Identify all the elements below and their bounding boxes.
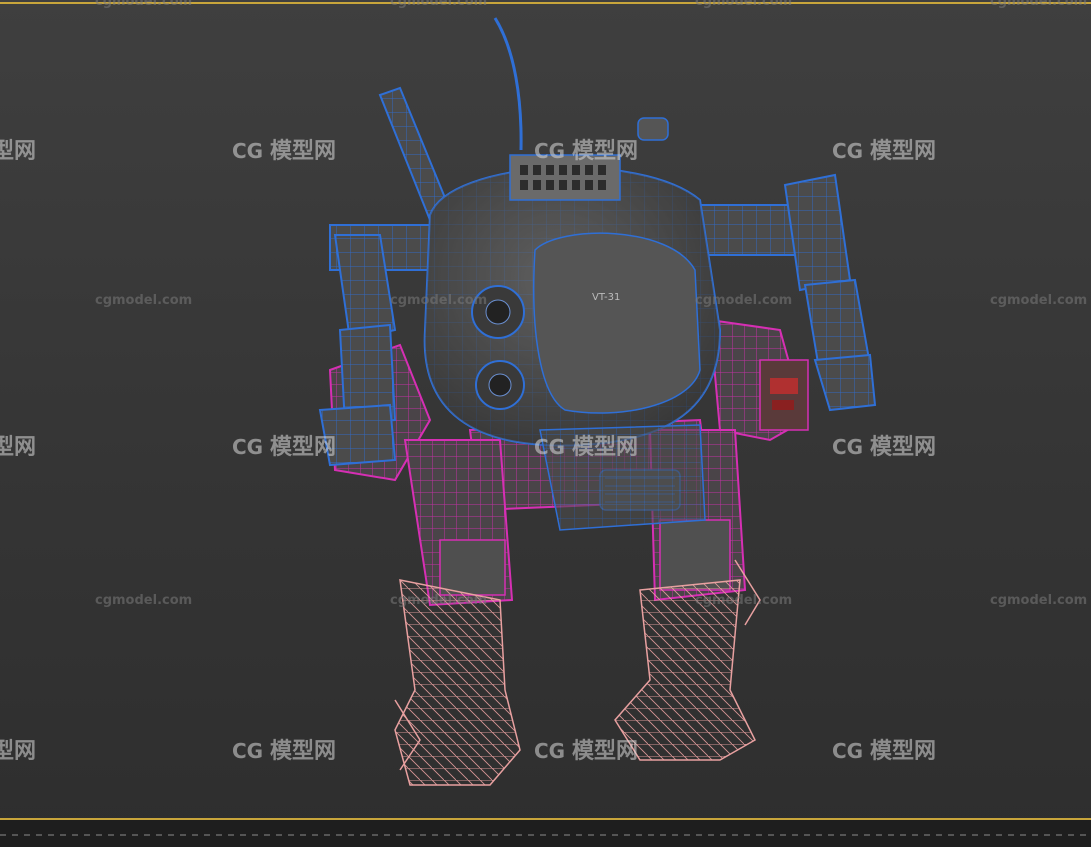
svg-text:CG: CG bbox=[534, 435, 565, 459]
scene-canvas[interactable]: VT-31 cgmodel.com cgmodel.com cgmodel.co… bbox=[0, 0, 1091, 847]
svg-text:CG: CG bbox=[232, 139, 263, 163]
svg-text:模型网: 模型网 bbox=[572, 435, 638, 460]
svg-text:模型网: 模型网 bbox=[270, 139, 336, 164]
svg-text:模型网: 模型网 bbox=[870, 435, 936, 460]
svg-text:模型网: 模型网 bbox=[270, 435, 336, 460]
svg-text:CG: CG bbox=[534, 139, 565, 163]
svg-text:模型网: 模型网 bbox=[270, 739, 336, 764]
timeline-strip[interactable] bbox=[0, 820, 1091, 847]
svg-text:cgmodel.com: cgmodel.com bbox=[990, 593, 1087, 608]
svg-text:CG: CG bbox=[832, 435, 863, 459]
side-pod bbox=[759, 359, 809, 431]
svg-text:CG: CG bbox=[232, 435, 263, 459]
svg-text:cgmodel.com: cgmodel.com bbox=[990, 0, 1087, 9]
svg-text:模型网: 模型网 bbox=[572, 139, 638, 164]
svg-text:cgmodel.com: cgmodel.com bbox=[95, 593, 192, 608]
svg-text:模型网: 模型网 bbox=[0, 435, 36, 460]
svg-text:cgmodel.com: cgmodel.com bbox=[695, 0, 792, 9]
svg-text:cgmodel.com: cgmodel.com bbox=[695, 293, 792, 308]
chest-label: VT-31 bbox=[592, 292, 620, 303]
svg-text:CG: CG bbox=[534, 739, 565, 763]
left-leg-upper bbox=[403, 439, 514, 607]
svg-text:cgmodel.com: cgmodel.com bbox=[390, 293, 487, 308]
svg-text:模型网: 模型网 bbox=[0, 739, 36, 764]
svg-text:cgmodel.com: cgmodel.com bbox=[95, 0, 192, 9]
svg-text:cgmodel.com: cgmodel.com bbox=[390, 0, 487, 9]
antenna bbox=[493, 17, 523, 151]
left-leg-lower-wire bbox=[394, 579, 521, 786]
svg-text:cgmodel.com: cgmodel.com bbox=[990, 293, 1087, 308]
svg-text:模型网: 模型网 bbox=[572, 739, 638, 764]
3d-viewport[interactable]: VT-31 cgmodel.com cgmodel.com cgmodel.co… bbox=[0, 0, 1091, 847]
svg-text:CG: CG bbox=[232, 739, 263, 763]
svg-text:模型网: 模型网 bbox=[0, 139, 36, 164]
svg-text:cgmodel.com: cgmodel.com bbox=[390, 593, 487, 608]
svg-text:cgmodel.com: cgmodel.com bbox=[695, 593, 792, 608]
svg-text:CG: CG bbox=[832, 739, 863, 763]
right-leg-lower-wire bbox=[614, 559, 761, 761]
svg-text:模型网: 模型网 bbox=[870, 139, 936, 164]
svg-text:CG: CG bbox=[832, 139, 863, 163]
svg-text:模型网: 模型网 bbox=[870, 739, 936, 764]
timeline-ticks bbox=[0, 834, 1091, 836]
top-knob bbox=[637, 117, 669, 141]
svg-text:cgmodel.com: cgmodel.com bbox=[95, 293, 192, 308]
